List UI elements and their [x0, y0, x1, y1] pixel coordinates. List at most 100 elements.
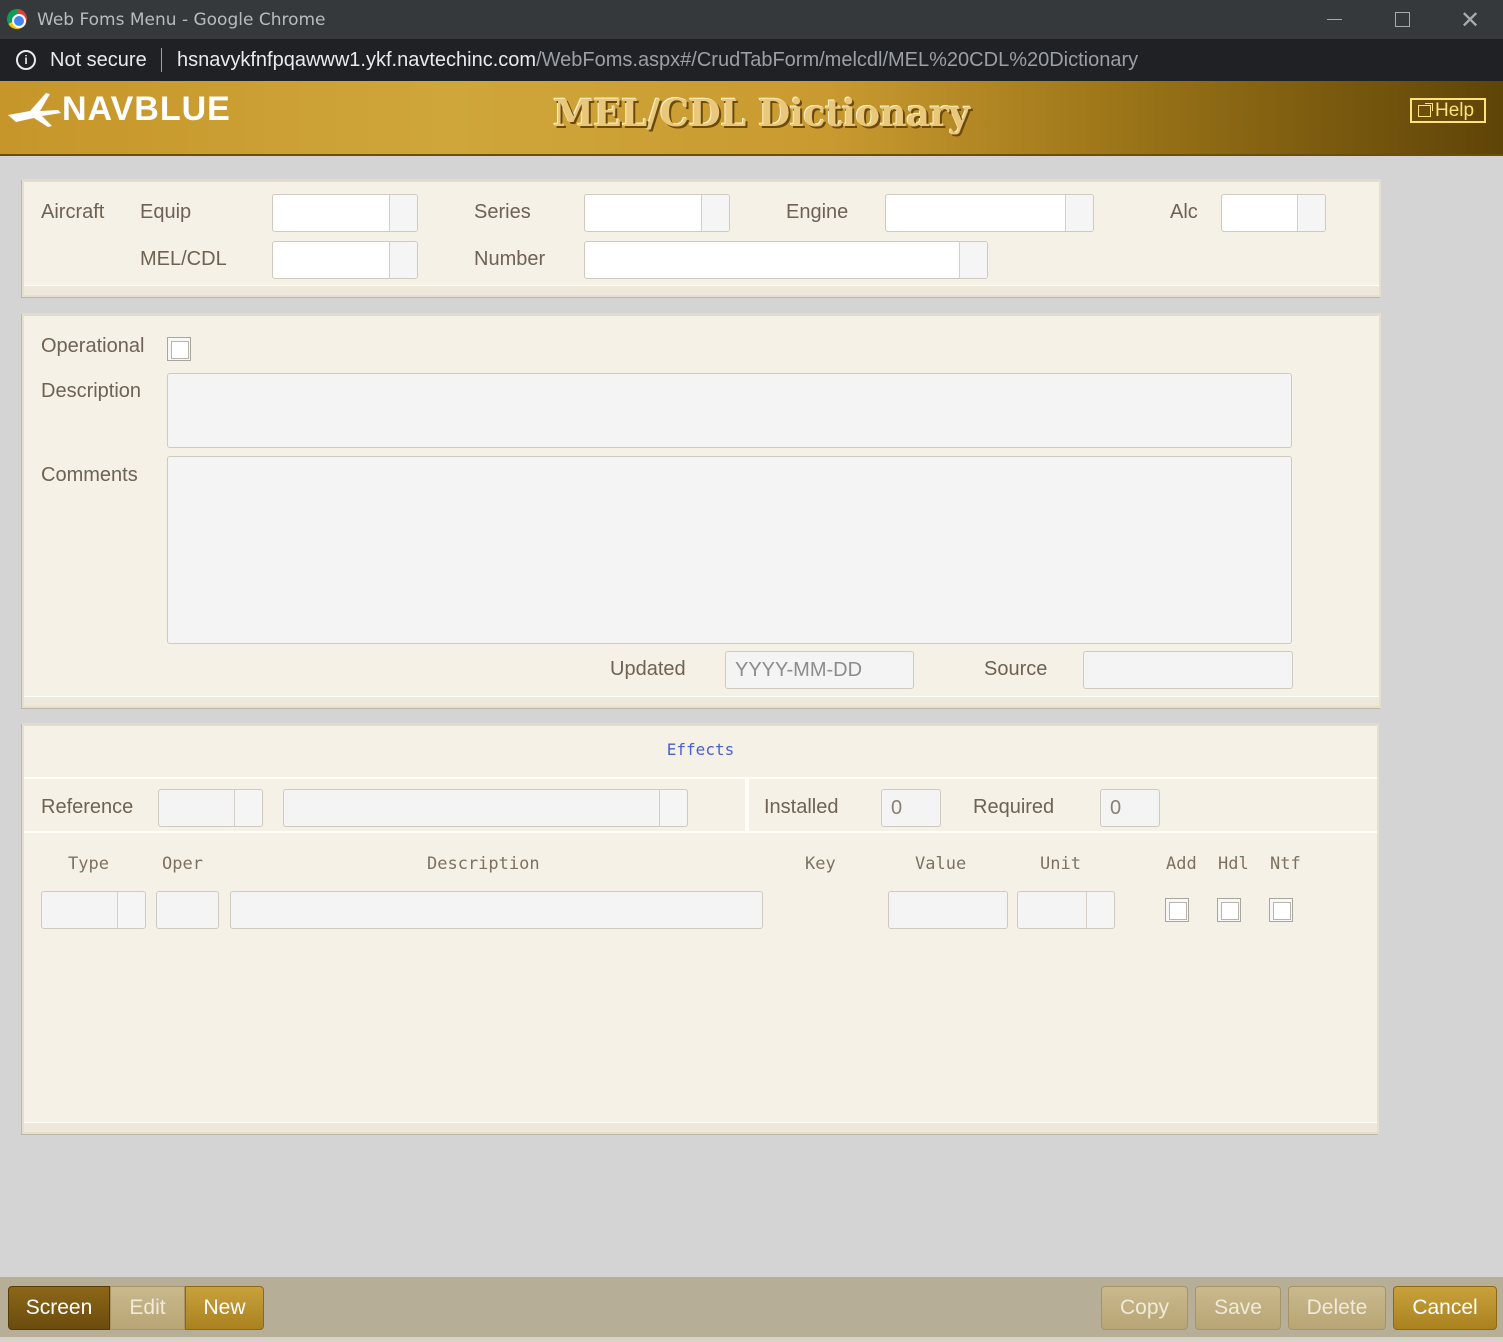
help-button[interactable]: Help — [1410, 98, 1486, 123]
engine-dropdown-button[interactable] — [1065, 195, 1093, 231]
browser-titlebar: Web Foms Menu - Google Chrome ✕ — [0, 0, 1503, 39]
number-input[interactable] — [585, 242, 959, 278]
comments-label: Comments — [41, 464, 138, 486]
effect-type-input[interactable] — [42, 892, 117, 928]
help-label: Help — [1435, 100, 1475, 121]
panel-footer-strip — [24, 285, 1379, 295]
column-header-unit: Unit — [1040, 854, 1081, 874]
effects-separator — [24, 777, 1377, 779]
new-button[interactable]: New — [185, 1286, 264, 1330]
close-window-button[interactable]: ✕ — [1436, 0, 1503, 39]
melcdl-input[interactable] — [273, 242, 389, 278]
comments-textarea[interactable] — [167, 456, 1292, 644]
reference-code-combo[interactable] — [158, 789, 263, 827]
chrome-logo-icon — [7, 9, 27, 29]
engine-label: Engine — [786, 201, 849, 223]
url-host: hsnavykfnfpqawww1.ykf.navtechinc.com — [177, 49, 537, 71]
source-input[interactable] — [1083, 651, 1293, 689]
required-input[interactable]: 0 — [1100, 789, 1160, 827]
installed-input[interactable]: 0 — [881, 789, 941, 827]
aircraft-label: Aircraft — [41, 201, 105, 223]
url-text[interactable]: hsnavykfnfpqawww1.ykf.navtechinc.com/Web… — [177, 49, 1138, 72]
detail-panel: Operational Description Comments Updated… — [22, 313, 1381, 708]
column-header-key: Key — [805, 854, 836, 874]
alc-combo[interactable] — [1221, 194, 1326, 232]
equip-dropdown-button[interactable] — [389, 195, 417, 231]
app-header: NAVBLUE MEL/CDL Dictionary Help — [0, 81, 1503, 156]
column-header-type: Type — [68, 854, 109, 874]
number-combo[interactable] — [584, 241, 988, 279]
description-textarea[interactable] — [167, 373, 1292, 448]
alc-input[interactable] — [1222, 195, 1297, 231]
updated-input[interactable]: YYYY-MM-DD — [725, 651, 914, 689]
save-button[interactable]: Save — [1195, 1286, 1281, 1330]
minimize-button[interactable] — [1300, 0, 1368, 39]
plane-logo-icon — [8, 93, 61, 127]
reference-description-combo[interactable] — [283, 789, 688, 827]
navblue-logo: NAVBLUE — [6, 89, 231, 129]
alc-dropdown-button[interactable] — [1297, 195, 1325, 231]
series-label: Series — [474, 201, 531, 223]
equip-label: Equip — [140, 201, 192, 223]
minimize-icon — [1326, 19, 1342, 20]
effect-unit-dropdown-button[interactable] — [1086, 892, 1114, 928]
column-header-value: Value — [915, 854, 967, 874]
updated-label: Updated — [610, 658, 686, 680]
screen-button[interactable]: Screen — [8, 1286, 110, 1330]
effect-type-combo[interactable] — [41, 891, 146, 929]
column-header-ntf: Ntf — [1270, 854, 1301, 874]
panel-footer-strip — [24, 696, 1379, 706]
reference-code-input[interactable] — [159, 790, 234, 826]
aircraft-panel: Aircraft Equip Series Engine Alc MEL/CDL… — [22, 179, 1381, 297]
url-path: /WebFoms.aspx#/CrudTabForm/melcdl/MEL%20… — [536, 49, 1139, 71]
edit-button[interactable]: Edit — [110, 1286, 185, 1330]
maximize-button[interactable] — [1368, 0, 1436, 39]
effects-vertical-separator — [745, 779, 749, 831]
series-dropdown-button[interactable] — [701, 195, 729, 231]
series-input[interactable] — [585, 195, 701, 231]
alc-label: Alc — [1170, 201, 1198, 223]
operational-checkbox[interactable] — [167, 337, 191, 361]
security-indicator[interactable]: Not secure — [50, 49, 147, 72]
effect-unit-input[interactable] — [1018, 892, 1086, 928]
page-title: MEL/CDL Dictionary — [553, 91, 970, 135]
melcdl-label: MEL/CDL — [140, 248, 227, 270]
series-combo[interactable] — [584, 194, 730, 232]
info-icon[interactable]: i — [16, 50, 36, 70]
melcdl-dropdown-button[interactable] — [389, 242, 417, 278]
required-label: Required — [973, 796, 1055, 818]
effect-unit-combo[interactable] — [1017, 891, 1115, 929]
effects-title: Effects — [666, 740, 735, 759]
window-title: Web Foms Menu - Google Chrome — [37, 10, 326, 30]
reference-description-dropdown-button[interactable] — [659, 790, 687, 826]
close-icon: ✕ — [1459, 5, 1481, 34]
description-label: Description — [41, 380, 142, 402]
reference-code-dropdown-button[interactable] — [234, 790, 262, 826]
reference-description-input[interactable] — [284, 790, 659, 826]
effect-ntf-checkbox[interactable] — [1269, 898, 1293, 922]
effect-description-input[interactable] — [230, 891, 763, 929]
number-dropdown-button[interactable] — [959, 242, 987, 278]
effect-add-checkbox[interactable] — [1165, 898, 1189, 922]
address-separator — [161, 48, 162, 72]
engine-input[interactable] — [886, 195, 1065, 231]
footer-toolbar: Screen Edit New Copy Save Delete Cancel — [0, 1277, 1503, 1342]
effect-oper-input[interactable] — [156, 891, 219, 929]
delete-button[interactable]: Delete — [1288, 1286, 1386, 1330]
cancel-button[interactable]: Cancel — [1393, 1286, 1497, 1330]
equip-input[interactable] — [273, 195, 389, 231]
reference-label: Reference — [41, 796, 134, 818]
source-label: Source — [984, 658, 1048, 680]
equip-combo[interactable] — [272, 194, 418, 232]
address-bar[interactable]: i Not secure hsnavykfnfpqawww1.ykf.navte… — [0, 39, 1503, 81]
copy-button[interactable]: Copy — [1101, 1286, 1188, 1330]
column-header-oper: Oper — [162, 854, 203, 874]
effect-value-input[interactable] — [888, 891, 1008, 929]
footer-bottom-edge — [0, 1337, 1503, 1342]
engine-combo[interactable] — [885, 194, 1094, 232]
effect-type-dropdown-button[interactable] — [117, 892, 145, 928]
effect-hdl-checkbox[interactable] — [1217, 898, 1241, 922]
maximize-icon — [1394, 12, 1410, 27]
operational-label: Operational — [41, 335, 145, 357]
melcdl-combo[interactable] — [272, 241, 418, 279]
